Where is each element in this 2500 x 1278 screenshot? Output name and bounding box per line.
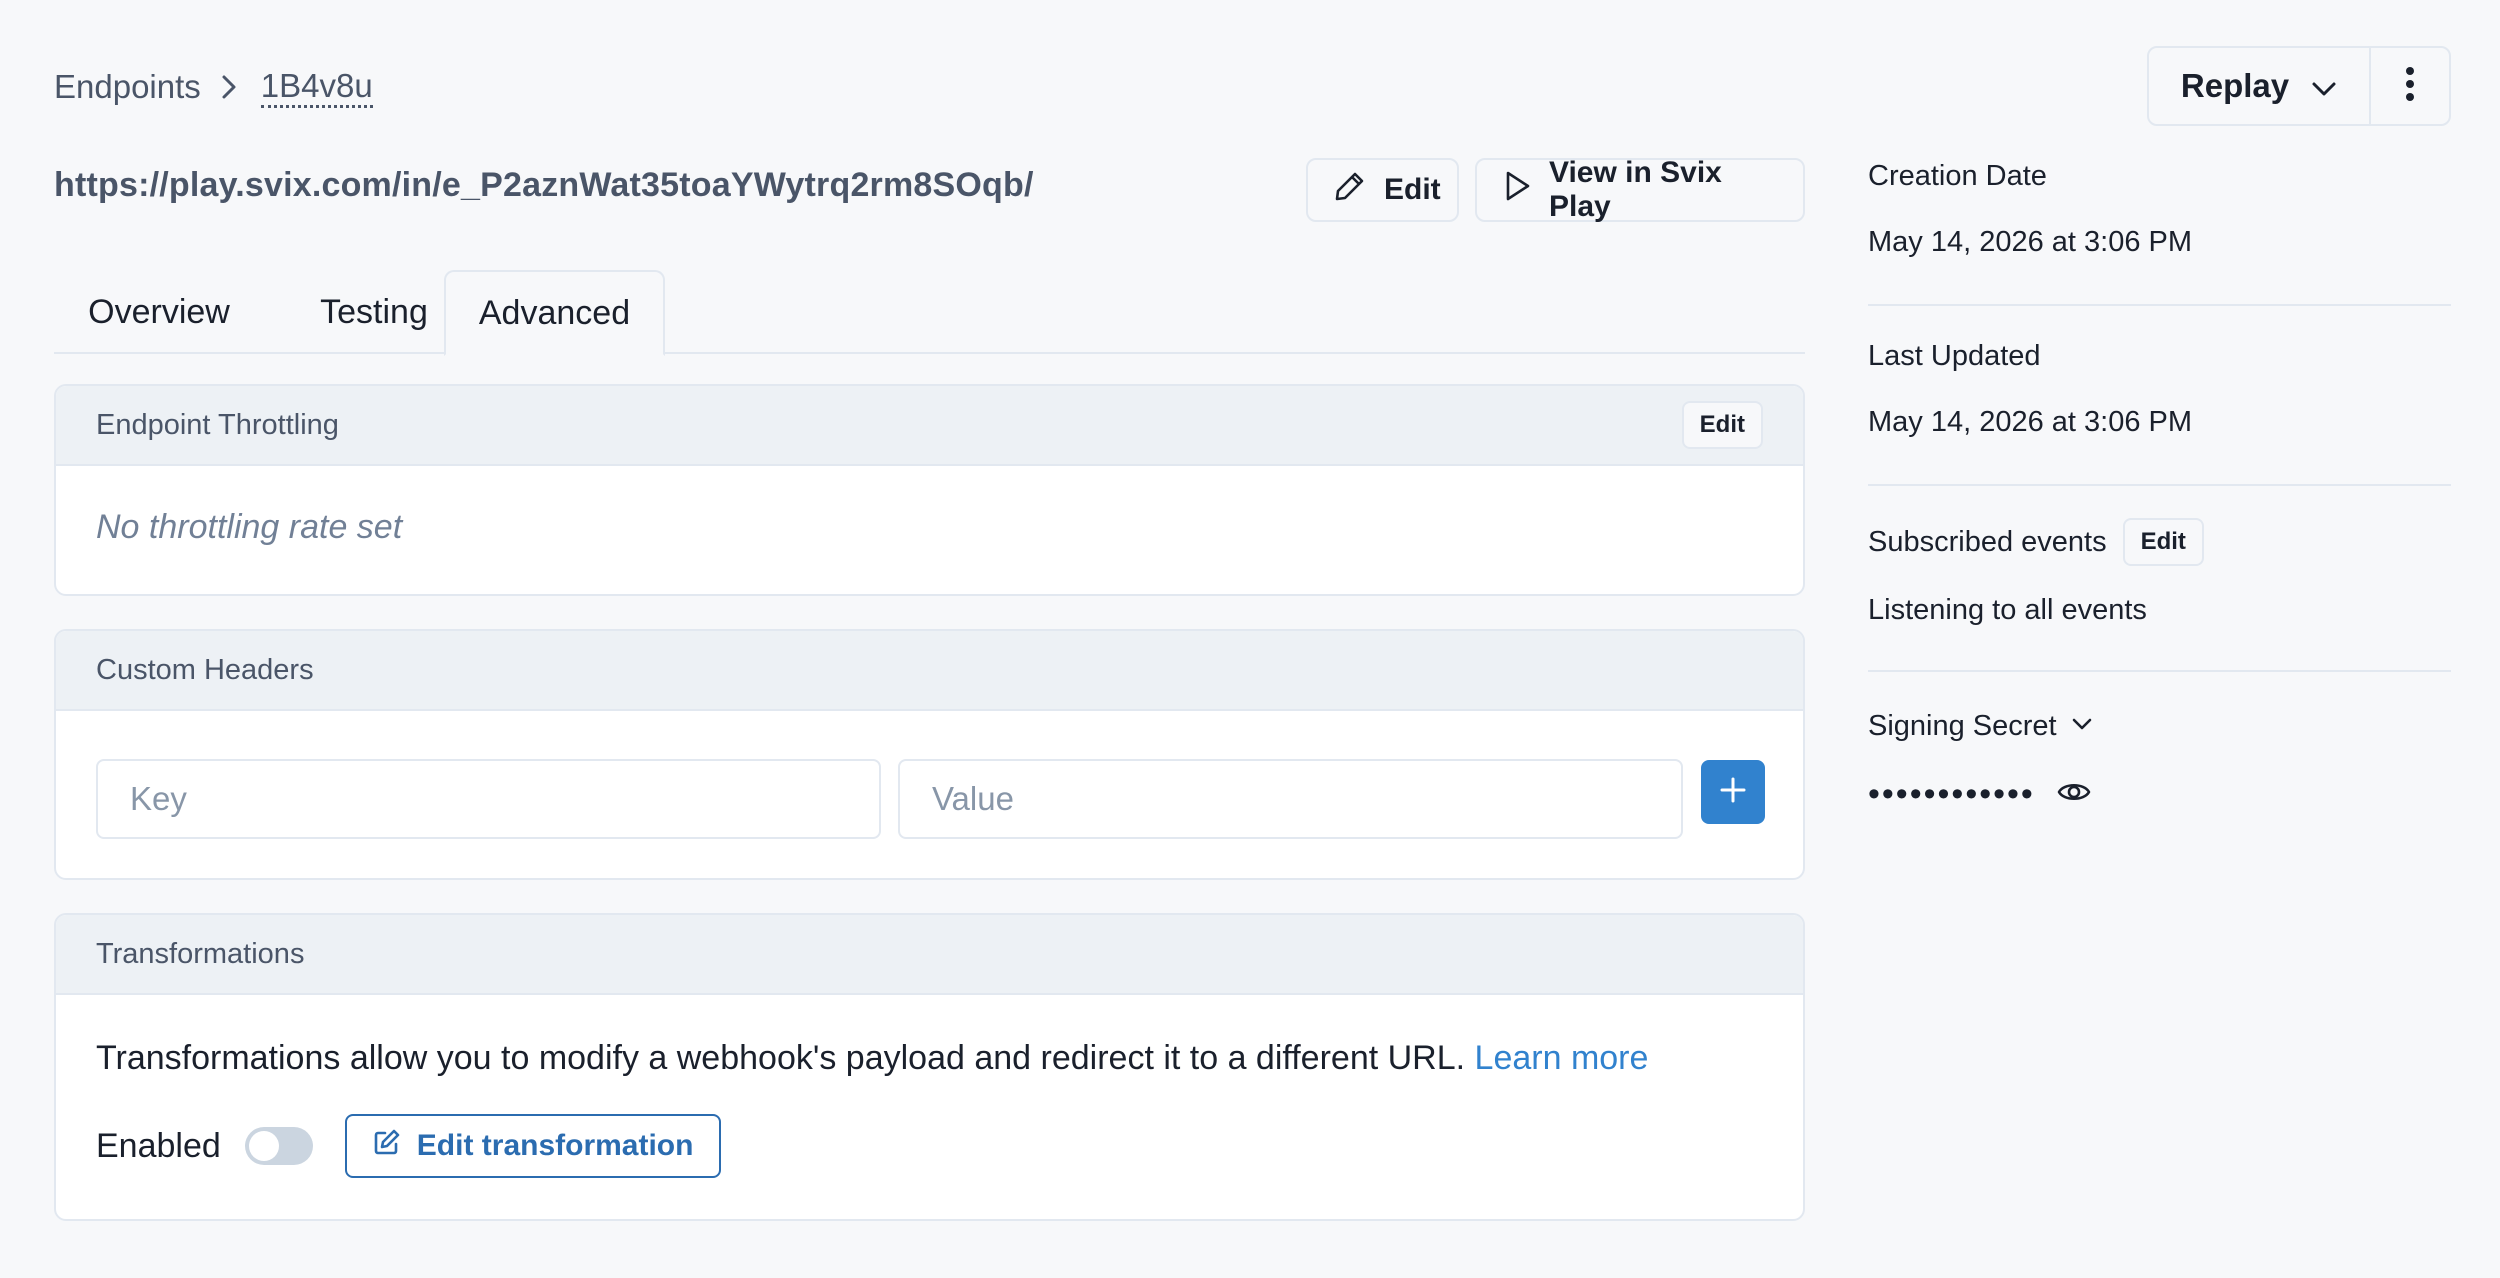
custom-headers-card: Custom Headers (54, 629, 1805, 880)
add-header-button[interactable] (1701, 760, 1765, 824)
kebab-menu-icon (2405, 66, 2415, 107)
endpoint-tabs: Overview Testing Advanced (54, 270, 1805, 356)
breadcrumb: Endpoints 1B4v8u (54, 64, 373, 110)
view-in-svix-play-label: View in Svix Play (1549, 156, 1722, 223)
tab-advanced[interactable]: Advanced (444, 270, 665, 356)
edit-endpoint-label: Edit (1384, 173, 1441, 206)
tab-overview[interactable]: Overview (54, 270, 264, 354)
endpoint-throttling-title: Endpoint Throttling (96, 408, 339, 441)
play-icon (1503, 170, 1531, 210)
transformations-header: Transformations (56, 915, 1803, 995)
tab-testing[interactable]: Testing (284, 270, 464, 354)
view-in-svix-play-button[interactable]: View in Svix Play (1475, 156, 1805, 223)
signing-secret-toggle[interactable]: Signing Secret (1868, 710, 2451, 743)
edit-transformation-button[interactable]: Edit transformation (344, 1114, 722, 1178)
endpoint-url: https://play.svix.com/in/e_P2aznWat35toa… (54, 166, 1034, 204)
divider (1868, 484, 2451, 486)
edit-subscribed-events-button[interactable]: Edit (2122, 518, 2204, 566)
creation-date-label: Creation Date (1868, 160, 2047, 192)
divider (1868, 304, 2451, 306)
subscribed-events-label: Subscribed events (1868, 525, 2107, 558)
header-key-input[interactable] (96, 759, 881, 839)
signing-secret-value-row: •••••••••••• (1868, 775, 2451, 814)
transformations-card: Transformations Transformations allow yo… (54, 913, 1805, 1221)
replay-label: Replay (2180, 67, 2290, 104)
chevron-right-icon (221, 74, 237, 100)
plus-icon (1718, 775, 1748, 810)
transformations-enabled-toggle[interactable] (244, 1127, 313, 1165)
enabled-label: Enabled (96, 1126, 221, 1165)
chevron-down-icon (2311, 67, 2337, 105)
transformations-description: Transformations allow you to modify a we… (96, 1039, 1763, 1078)
edit-throttling-button[interactable]: Edit (1681, 401, 1763, 449)
custom-headers-header: Custom Headers (56, 631, 1803, 711)
signing-secret-masked: •••••••••••• (1868, 775, 2035, 813)
subscribed-events-row: Subscribed events Edit (1868, 518, 2451, 566)
transformations-description-text: Transformations allow you to modify a we… (96, 1039, 1466, 1077)
signing-secret-label: Signing Secret (1868, 710, 2057, 742)
last-updated-value: May 14, 2026 at 3:06 PM (1868, 406, 2193, 438)
throttling-empty-text: No throttling rate set (96, 508, 403, 546)
transformations-title: Transformations (96, 937, 305, 970)
replay-button-group: Replay (2147, 46, 2451, 126)
edit-endpoint-button[interactable]: Edit (1306, 158, 1459, 222)
more-options-button[interactable] (2371, 48, 2449, 124)
breadcrumb-endpoints-link[interactable]: Endpoints (54, 68, 201, 106)
endpoint-throttling-header: Endpoint Throttling Edit (56, 386, 1803, 466)
learn-more-link[interactable]: Learn more (1475, 1039, 1649, 1077)
replay-button[interactable]: Replay (2149, 48, 2371, 124)
subscribed-events-value: Listening to all events (1868, 594, 2147, 626)
pencil-icon (1334, 170, 1366, 210)
creation-date-value: May 14, 2026 at 3:06 PM (1868, 226, 2193, 258)
divider (1868, 670, 2451, 672)
last-updated-label: Last Updated (1868, 340, 2041, 372)
endpoint-throttling-card: Endpoint Throttling Edit No throttling r… (54, 384, 1805, 596)
chevron-down-icon (2071, 717, 2093, 736)
edit-square-icon (373, 1128, 401, 1164)
custom-headers-title: Custom Headers (96, 653, 314, 686)
toggle-knob (248, 1131, 279, 1161)
edit-transformation-label: Edit transformation (416, 1129, 694, 1162)
eye-icon[interactable] (2057, 779, 2091, 810)
header-value-input[interactable] (898, 759, 1683, 839)
breadcrumb-current-endpoint[interactable]: 1B4v8u (260, 67, 373, 108)
